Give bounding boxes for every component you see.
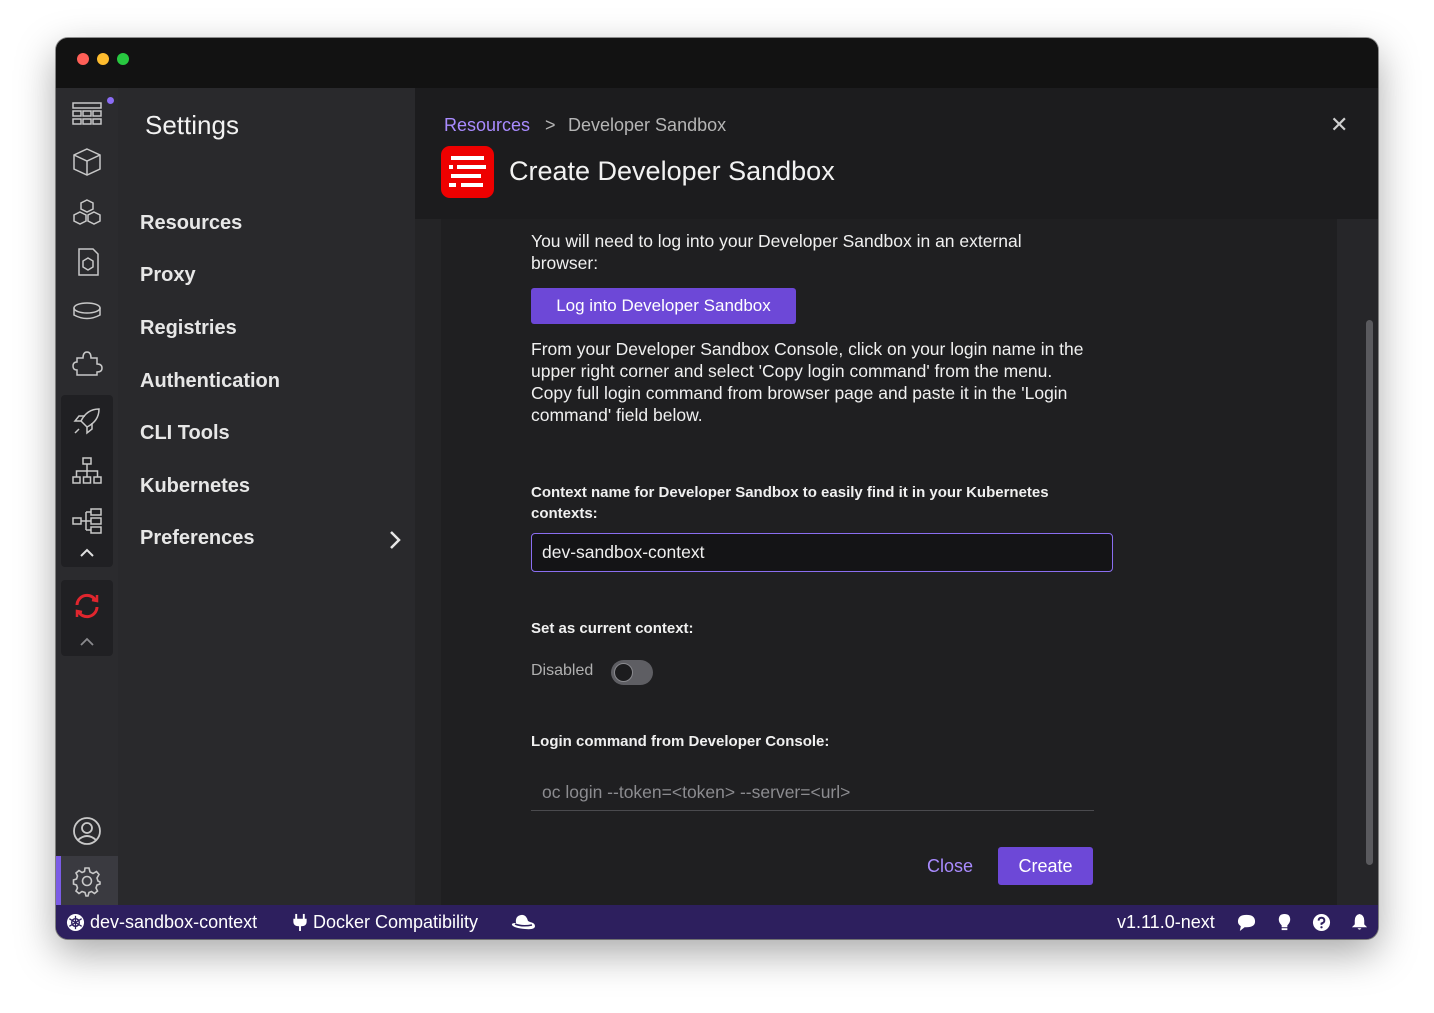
developer-sandbox-logo [441, 146, 494, 198]
kube-context-status[interactable]: dev-sandbox-context [66, 912, 257, 933]
docker-compat-label: Docker Compatibility [313, 912, 479, 932]
settings-item-cli-tools[interactable]: CLI Tools [140, 422, 230, 445]
chevron-right-icon[interactable] [388, 530, 402, 550]
nav-group-extensions [61, 395, 113, 567]
nav-group-sandbox [61, 580, 113, 656]
current-context-label: Set as current context: [531, 620, 694, 637]
account-icon[interactable] [61, 807, 113, 855]
breadcrumb-separator: > [545, 115, 556, 135]
breadcrumb-current: Developer Sandbox [568, 115, 727, 135]
dashboard-icon[interactable] [61, 88, 114, 136]
close-icon[interactable]: ✕ [1330, 112, 1348, 138]
collapse-up-icon[interactable] [61, 541, 113, 565]
settings-item-kubernetes[interactable]: Kubernetes [140, 475, 250, 498]
help-icon[interactable] [1312, 913, 1331, 932]
app-window: Settings Resources Proxy Registries Auth… [56, 38, 1378, 939]
sandbox-sync-icon[interactable] [61, 582, 113, 630]
page-header: Resources > Developer Sandbox ✕ Create D… [415, 88, 1378, 219]
settings-item-authentication[interactable]: Authentication [140, 370, 280, 393]
notification-dot [107, 97, 114, 104]
login-command-input[interactable] [531, 774, 1094, 811]
context-name-input[interactable] [531, 533, 1113, 572]
settings-item-registries[interactable]: Registries [140, 317, 237, 340]
toggle-knob [614, 663, 633, 682]
settings-item-resources[interactable]: Resources [140, 212, 242, 235]
containers-icon[interactable] [61, 138, 113, 186]
volumes-icon[interactable] [61, 288, 113, 336]
settings-gear-icon[interactable] [56, 856, 118, 905]
lightbulb-icon[interactable] [1275, 913, 1294, 932]
images-icon[interactable] [61, 238, 113, 286]
minimize-window-button[interactable] [97, 53, 109, 65]
bell-icon[interactable] [1350, 913, 1369, 932]
page-title: Create Developer Sandbox [509, 156, 835, 186]
docker-compat-status[interactable]: Docker Compatibility [292, 912, 478, 933]
active-indicator [56, 856, 61, 905]
version-label[interactable]: v1.11.0-next [1117, 912, 1215, 933]
status-bar: dev-sandbox-context Docker Compatibility… [56, 905, 1378, 939]
settings-item-proxy[interactable]: Proxy [140, 264, 196, 287]
kubernetes-icon [66, 913, 85, 932]
pods-icon[interactable] [61, 188, 113, 236]
services-icon[interactable] [61, 497, 113, 545]
rocket-icon[interactable] [61, 397, 113, 445]
context-name-label: Context name for Developer Sandbox to ea… [531, 484, 1049, 522]
deployments-icon[interactable] [61, 447, 113, 495]
collapse-up-icon[interactable] [61, 630, 113, 654]
close-window-button[interactable] [77, 53, 89, 65]
settings-panel: Settings Resources Proxy Registries Auth… [118, 88, 415, 905]
kube-context-label: dev-sandbox-context [90, 912, 258, 932]
login-sandbox-button[interactable]: Log into Developer Sandbox [531, 288, 796, 324]
main-area: Resources > Developer Sandbox ✕ Create D… [415, 88, 1378, 905]
instructions-text: From your Developer Sandbox Console, cli… [531, 339, 1084, 425]
nav-bar [56, 88, 118, 905]
scrollbar-thumb[interactable] [1366, 320, 1373, 865]
extensions-icon[interactable] [61, 338, 113, 386]
form-content: You will need to log into your Developer… [441, 219, 1337, 905]
title-bar [56, 38, 1378, 88]
plug-icon [293, 913, 307, 932]
maximize-window-button[interactable] [117, 53, 129, 65]
login-command-label: Login command from Developer Console: [531, 733, 830, 750]
feedback-icon[interactable] [1237, 913, 1256, 932]
breadcrumb-resources-link[interactable]: Resources [444, 115, 530, 136]
close-button[interactable]: Close [927, 856, 973, 877]
create-button[interactable]: Create [998, 847, 1093, 885]
current-context-toggle[interactable] [611, 660, 653, 685]
settings-item-preferences[interactable]: Preferences [140, 527, 255, 550]
redhat-icon[interactable] [510, 913, 536, 932]
toggle-state-label: Disabled [531, 662, 594, 679]
settings-title: Settings [145, 110, 239, 140]
intro-text: You will need to log into your Developer… [531, 231, 1022, 273]
